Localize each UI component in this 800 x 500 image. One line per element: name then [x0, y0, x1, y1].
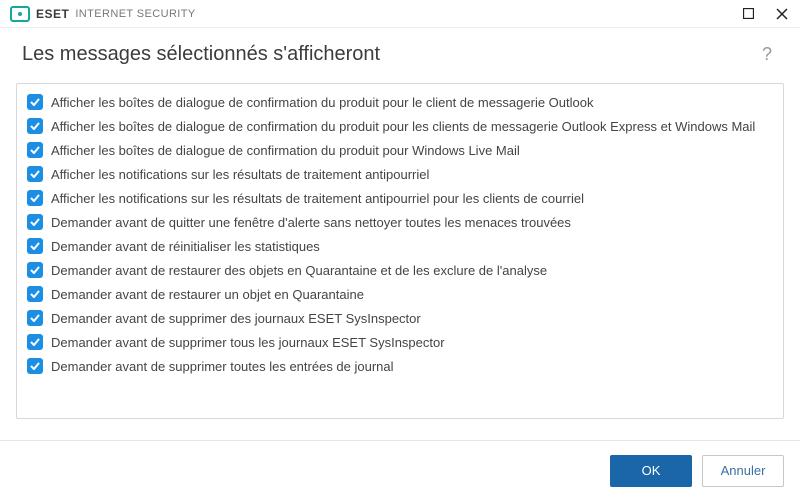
check-icon: [30, 313, 40, 323]
alerts-list: Afficher les boîtes de dialogue de confi…: [17, 84, 783, 384]
alerts-list-panel[interactable]: Afficher les boîtes de dialogue de confi…: [16, 83, 784, 419]
eset-logo-icon: [10, 6, 30, 22]
check-icon: [30, 361, 40, 371]
titlebar: ESET INTERNET SECURITY: [0, 0, 800, 28]
check-icon: [30, 265, 40, 275]
list-item: Afficher les boîtes de dialogue de confi…: [25, 90, 779, 114]
list-item: Demander avant de supprimer tous les jou…: [25, 330, 779, 354]
brand-product: INTERNET SECURITY: [75, 8, 195, 20]
checkbox[interactable]: [27, 190, 43, 206]
checkbox[interactable]: [27, 262, 43, 278]
list-item-label: Demander avant de restaurer un objet en …: [51, 287, 364, 302]
check-icon: [30, 121, 40, 131]
checkbox[interactable]: [27, 334, 43, 350]
maximize-icon: [743, 8, 754, 19]
list-item: Demander avant de supprimer toutes les e…: [25, 354, 779, 378]
list-item-label: Demander avant de supprimer des journaux…: [51, 311, 421, 326]
close-icon: [776, 8, 788, 20]
check-icon: [30, 145, 40, 155]
check-icon: [30, 241, 40, 251]
list-item: Demander avant de restaurer des objets e…: [25, 258, 779, 282]
checkbox[interactable]: [27, 142, 43, 158]
help-button[interactable]: ?: [756, 42, 778, 67]
checkbox[interactable]: [27, 166, 43, 182]
list-item-label: Afficher les notifications sur les résul…: [51, 191, 584, 206]
list-item-label: Demander avant de restaurer des objets e…: [51, 263, 547, 278]
list-item: Demander avant de quitter une fenêtre d'…: [25, 210, 779, 234]
list-item: Afficher les boîtes de dialogue de confi…: [25, 138, 779, 162]
checkbox[interactable]: [27, 310, 43, 326]
list-item: Afficher les boîtes de dialogue de confi…: [25, 114, 779, 138]
checkbox[interactable]: [27, 238, 43, 254]
cancel-button[interactable]: Annuler: [702, 455, 784, 487]
window-controls: [736, 4, 794, 24]
page-title: Les messages sélectionnés s'afficheront: [22, 43, 380, 66]
list-item-label: Demander avant de supprimer toutes les e…: [51, 359, 394, 374]
list-item-label: Afficher les notifications sur les résul…: [51, 167, 429, 182]
list-item: Afficher les notifications sur les résul…: [25, 186, 779, 210]
list-item: Afficher les notifications sur les résul…: [25, 162, 779, 186]
checkbox[interactable]: [27, 358, 43, 374]
checkbox[interactable]: [27, 286, 43, 302]
check-icon: [30, 169, 40, 179]
close-button[interactable]: [770, 4, 794, 24]
check-icon: [30, 289, 40, 299]
list-item-label: Demander avant de supprimer tous les jou…: [51, 335, 445, 350]
checkbox[interactable]: [27, 118, 43, 134]
maximize-button[interactable]: [736, 4, 760, 24]
checkbox[interactable]: [27, 214, 43, 230]
check-icon: [30, 337, 40, 347]
list-item-label: Afficher les boîtes de dialogue de confi…: [51, 143, 520, 158]
list-item-label: Afficher les boîtes de dialogue de confi…: [51, 119, 755, 134]
check-icon: [30, 193, 40, 203]
list-item: Demander avant de supprimer des journaux…: [25, 306, 779, 330]
checkbox[interactable]: [27, 94, 43, 110]
list-item-label: Afficher les boîtes de dialogue de confi…: [51, 95, 593, 110]
list-item-label: Demander avant de réinitialiser les stat…: [51, 239, 320, 254]
check-icon: [30, 217, 40, 227]
check-icon: [30, 97, 40, 107]
list-item: Demander avant de restaurer un objet en …: [25, 282, 779, 306]
dialog-header: Les messages sélectionnés s'afficheront …: [0, 28, 800, 75]
list-item-label: Demander avant de quitter une fenêtre d'…: [51, 215, 571, 230]
ok-button[interactable]: OK: [610, 455, 692, 487]
brand-eset: ESET: [36, 7, 69, 21]
brand: ESET INTERNET SECURITY: [10, 6, 196, 22]
list-item: Demander avant de réinitialiser les stat…: [25, 234, 779, 258]
dialog-footer: OK Annuler: [0, 440, 800, 500]
